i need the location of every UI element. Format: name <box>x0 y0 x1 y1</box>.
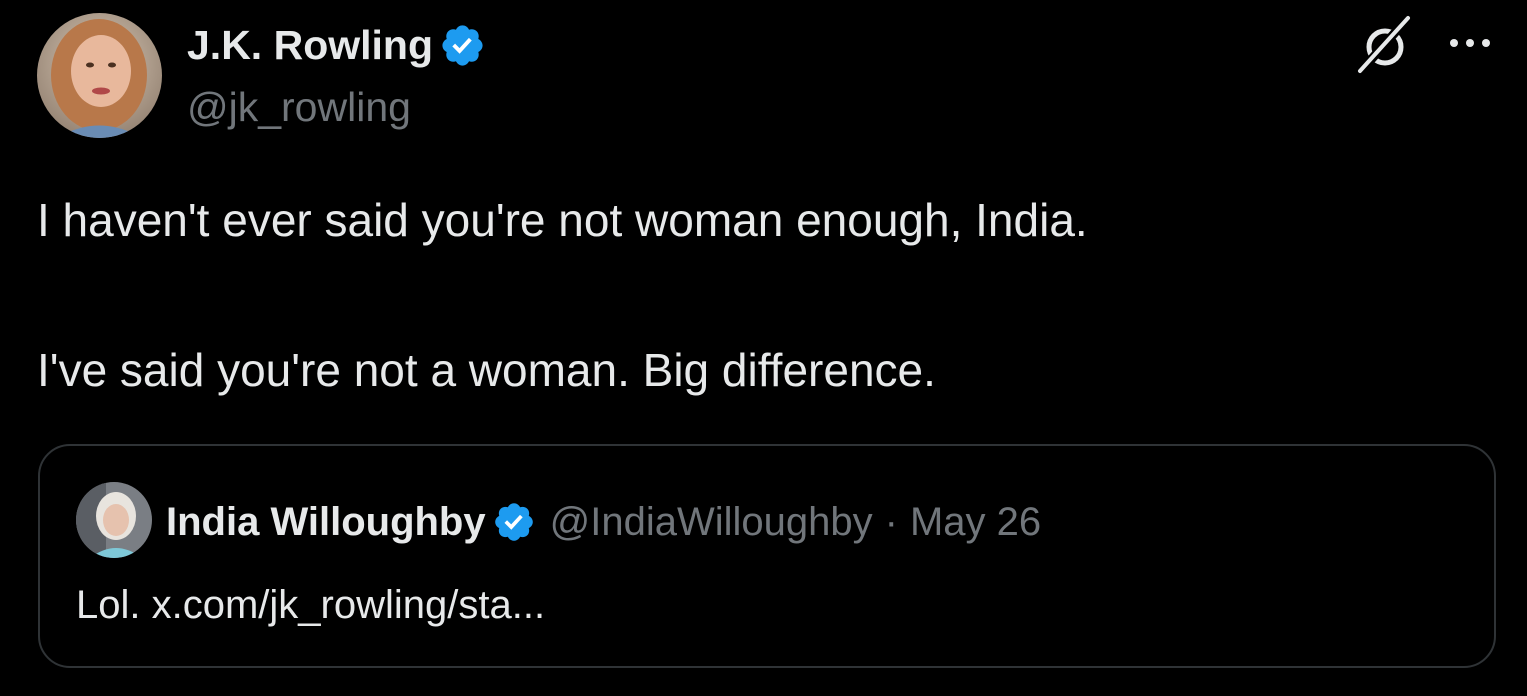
quoted-author-name[interactable]: India Willoughby <box>166 500 486 545</box>
author-avatar[interactable] <box>37 13 162 138</box>
grok-icon[interactable] <box>1355 15 1415 75</box>
quoted-tweet-date[interactable]: May 26 <box>910 500 1041 545</box>
quoted-author-avatar[interactable] <box>76 482 152 558</box>
more-options-icon[interactable] <box>1445 32 1495 54</box>
quoted-tweet-header: India Willoughby @IndiaWilloughby · May … <box>166 494 1041 550</box>
quoted-tweet-text[interactable]: Lol. x.com/jk_rowling/sta... <box>76 578 545 632</box>
author-handle[interactable]: @jk_rowling <box>187 82 411 132</box>
quoted-tweet-card[interactable]: India Willoughby @IndiaWilloughby · May … <box>38 444 1496 668</box>
author-name[interactable]: J.K. Rowling <box>187 20 433 70</box>
author-name-row[interactable]: J.K. Rowling <box>187 20 486 70</box>
quoted-verified-badge-icon <box>492 500 536 544</box>
tweet-text-paragraph-2: I've said you're not a woman. Big differ… <box>37 344 936 396</box>
separator-dot: · <box>884 499 898 544</box>
quoted-author-handle[interactable]: @IndiaWilloughby <box>550 500 873 545</box>
verified-badge-icon <box>439 22 486 69</box>
tweet-text-paragraph-1: I haven't ever said you're not woman eno… <box>37 194 1088 246</box>
